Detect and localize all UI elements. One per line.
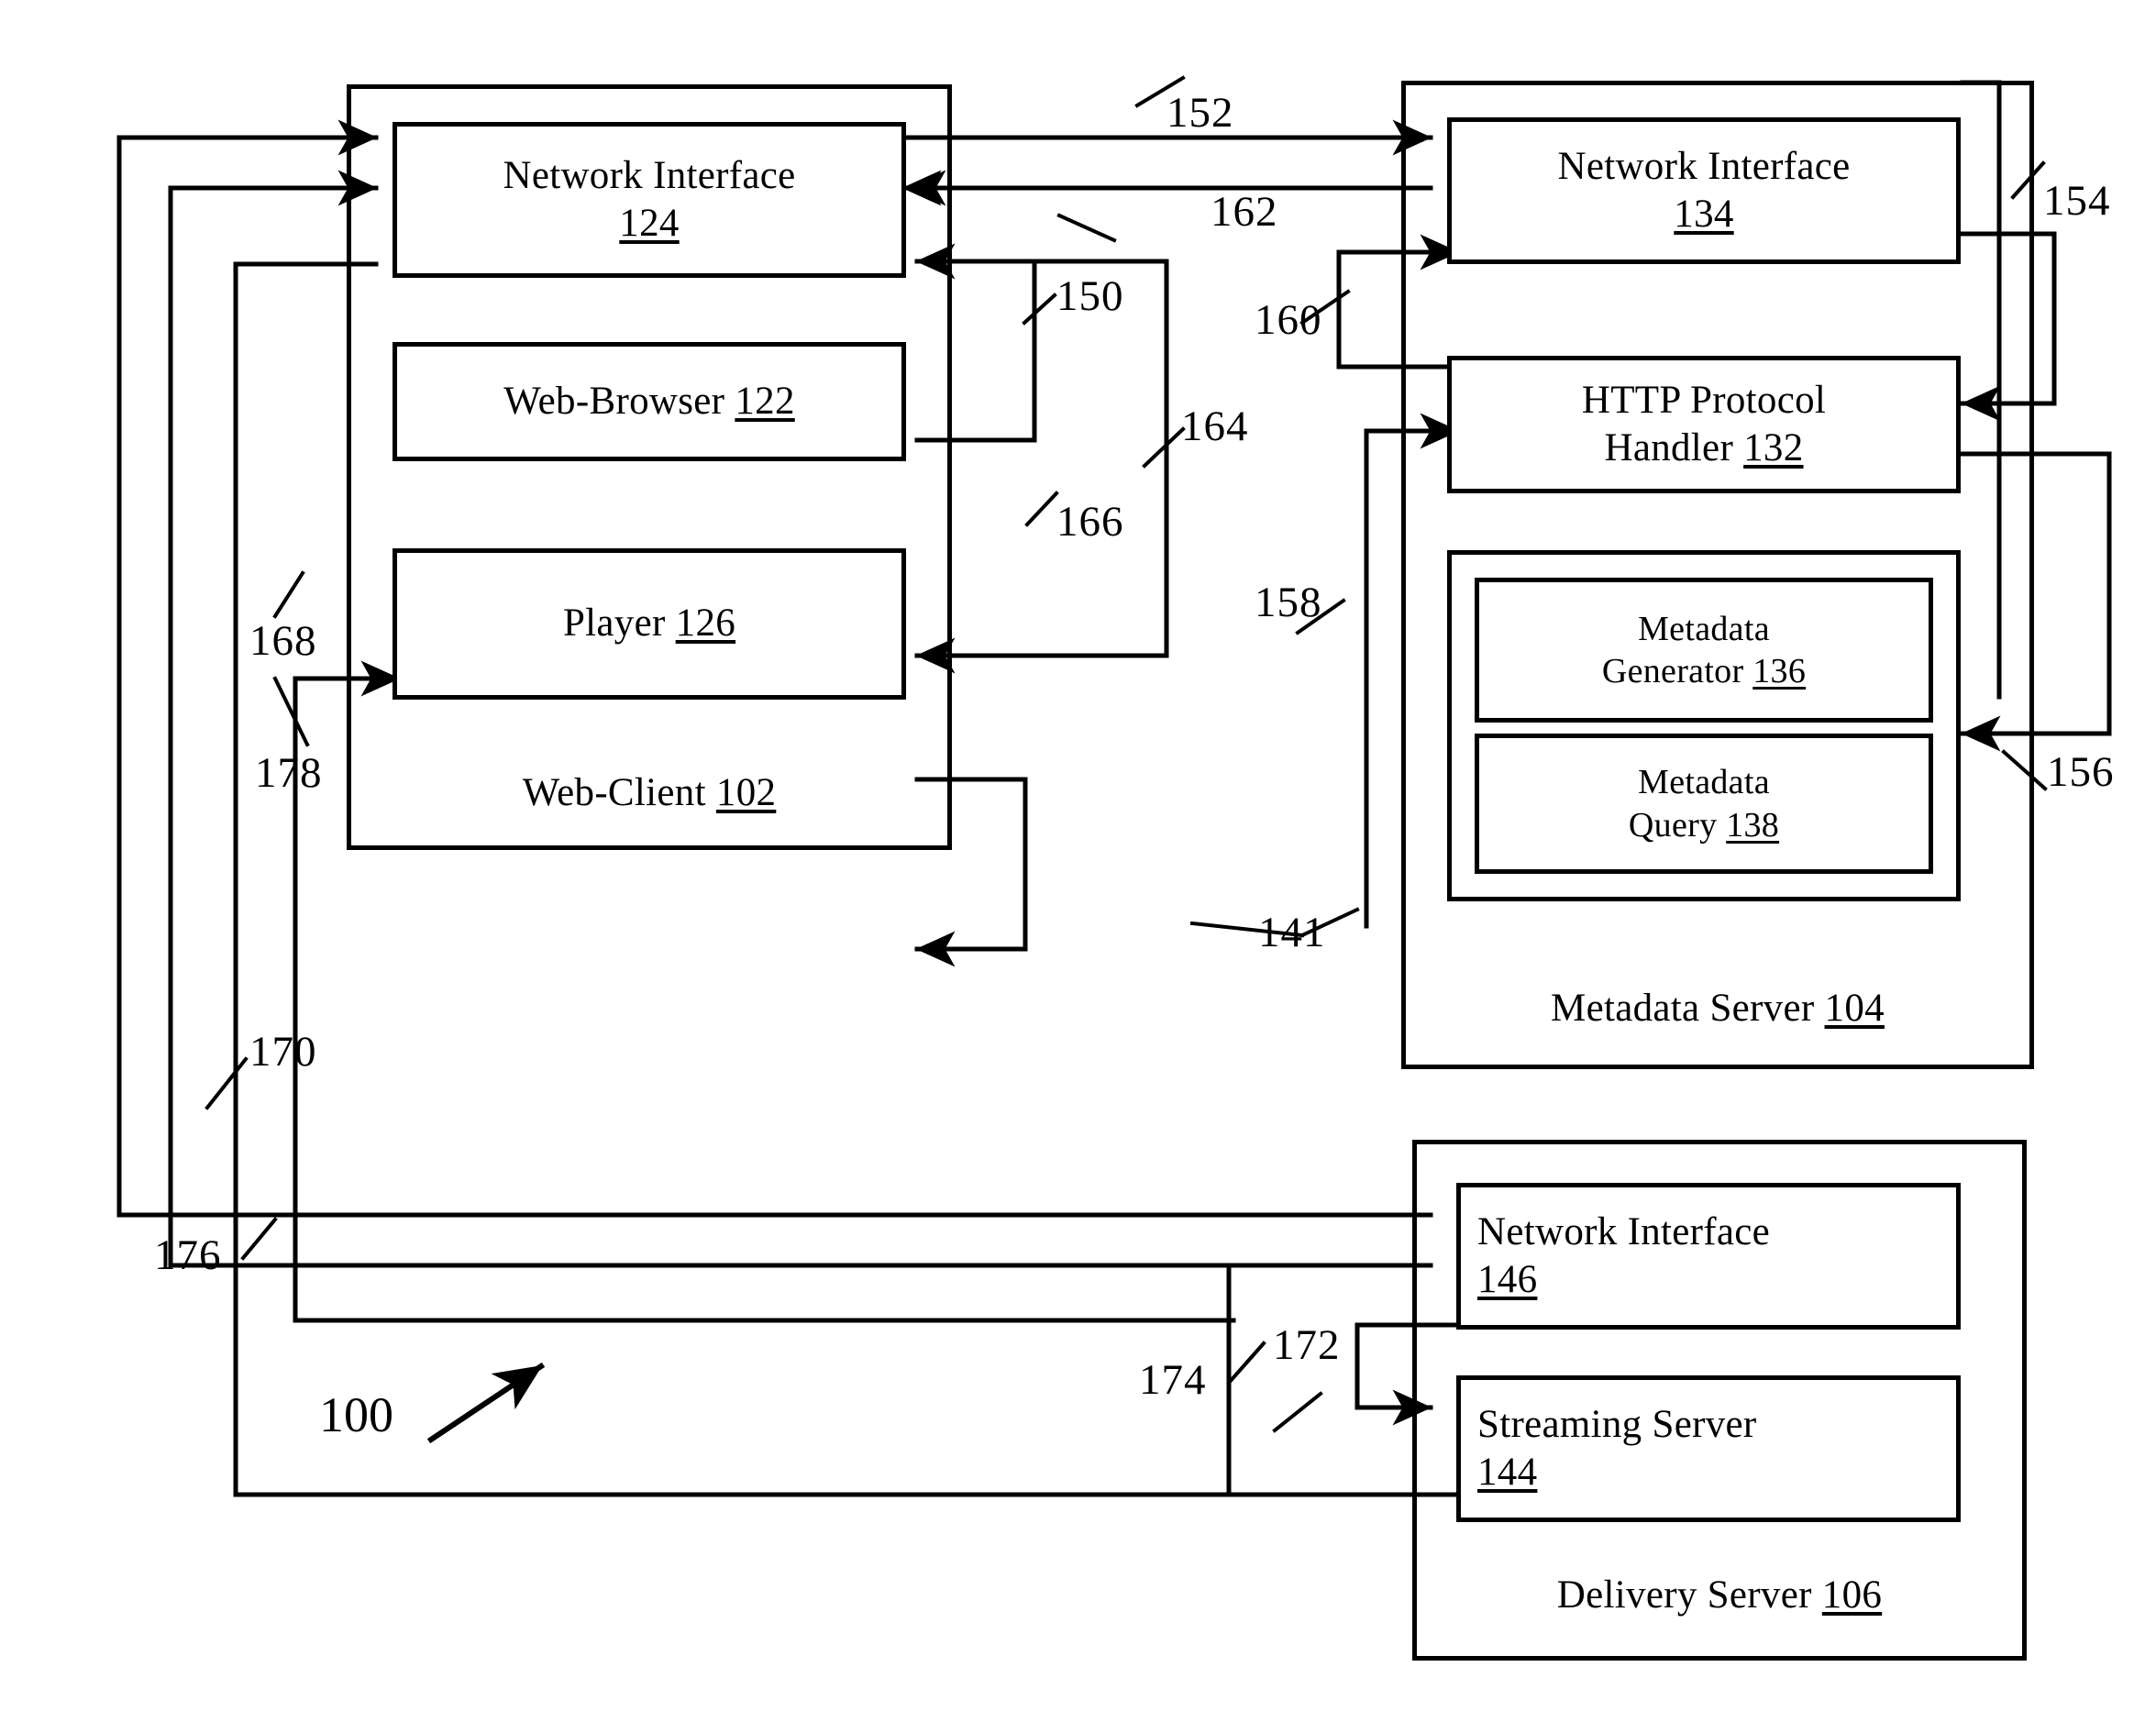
ref-label-160: 160: [1255, 296, 1322, 344]
block-134-line1: Network Interface: [1557, 144, 1851, 188]
block-132-line2: Handler: [1604, 426, 1734, 469]
block-138-line1: Metadata: [1638, 763, 1770, 802]
block-metadata-query-138[interactable]: Metadata Query 138: [1475, 734, 1933, 874]
block-146-line1: Network Interface: [1477, 1209, 1771, 1253]
block-124-line1: Network Interface: [503, 153, 796, 197]
metadata-server-label-text: Metadata Server: [1551, 987, 1815, 1030]
block-136-num: 136: [1752, 652, 1807, 690]
block-134-num: 134: [1674, 193, 1734, 236]
block-126-num: 126: [675, 602, 736, 646]
block-132-num: 132: [1743, 426, 1804, 469]
metadata-server-label-num: 104: [1824, 987, 1885, 1030]
block-streaming-server-144[interactable]: Streaming Server 144: [1456, 1375, 1961, 1522]
ref-label-168: 168: [249, 617, 317, 665]
ref-label-152: 152: [1166, 89, 1234, 137]
block-136-line2: Generator: [1601, 652, 1744, 690]
block-network-interface-134[interactable]: Network Interface 134: [1447, 117, 1961, 264]
block-126-line1: Player: [562, 602, 666, 646]
block-network-interface-146[interactable]: Network Interface 146: [1456, 1183, 1961, 1330]
ref-label-158: 158: [1255, 579, 1322, 626]
ref-label-162: 162: [1211, 188, 1278, 236]
delivery-server-label-num: 106: [1821, 1573, 1883, 1617]
web-client-label: Web-Client 102: [347, 770, 952, 815]
block-144-line1: Streaming Server: [1477, 1402, 1757, 1446]
block-http-protocol-handler-132[interactable]: HTTP Protocol Handler 132: [1447, 356, 1961, 493]
block-132-line1: HTTP Protocol: [1581, 378, 1827, 422]
ref-label-176: 176: [154, 1231, 222, 1279]
ref-label-174: 174: [1139, 1356, 1207, 1404]
ref-label-178: 178: [255, 749, 323, 797]
metadata-server-label: Metadata Server 104: [1401, 986, 2034, 1031]
block-122-num: 122: [735, 379, 795, 423]
web-client-label-num: 102: [715, 771, 777, 814]
ref-label-100: 100: [319, 1387, 393, 1442]
web-client-label-text: Web-Client: [522, 771, 706, 814]
ref-label-150: 150: [1056, 272, 1124, 320]
block-138-line2: Query: [1628, 805, 1718, 844]
ref-label-154: 154: [2043, 177, 2111, 225]
ref-label-172: 172: [1273, 1321, 1341, 1369]
block-144-num: 144: [1477, 1451, 1538, 1494]
block-138-num: 138: [1726, 805, 1780, 844]
ref-label-156: 156: [2047, 748, 2115, 796]
ref-label-141: 141: [1258, 909, 1326, 956]
ref-label-170: 170: [249, 1028, 317, 1076]
block-122-line1: Web-Browser: [503, 379, 725, 423]
patent-figure: Web-Client 102 Metadata Server 104 Deliv…: [0, 0, 2156, 1733]
delivery-server-label: Delivery Server 106: [1412, 1573, 2027, 1617]
block-metadata-generator-136[interactable]: Metadata Generator 136: [1475, 578, 1933, 723]
delivery-server-label-text: Delivery Server: [1556, 1573, 1812, 1617]
block-136-line1: Metadata: [1638, 609, 1770, 648]
block-124-num: 124: [619, 202, 680, 245]
block-player-126[interactable]: Player 126: [393, 548, 906, 700]
block-network-interface-124[interactable]: Network Interface 124: [393, 122, 906, 278]
block-146-num: 146: [1477, 1258, 1538, 1301]
block-web-browser-122[interactable]: Web-Browser 122: [393, 342, 906, 461]
ref-label-164: 164: [1181, 403, 1249, 450]
ref-label-166: 166: [1056, 498, 1124, 546]
